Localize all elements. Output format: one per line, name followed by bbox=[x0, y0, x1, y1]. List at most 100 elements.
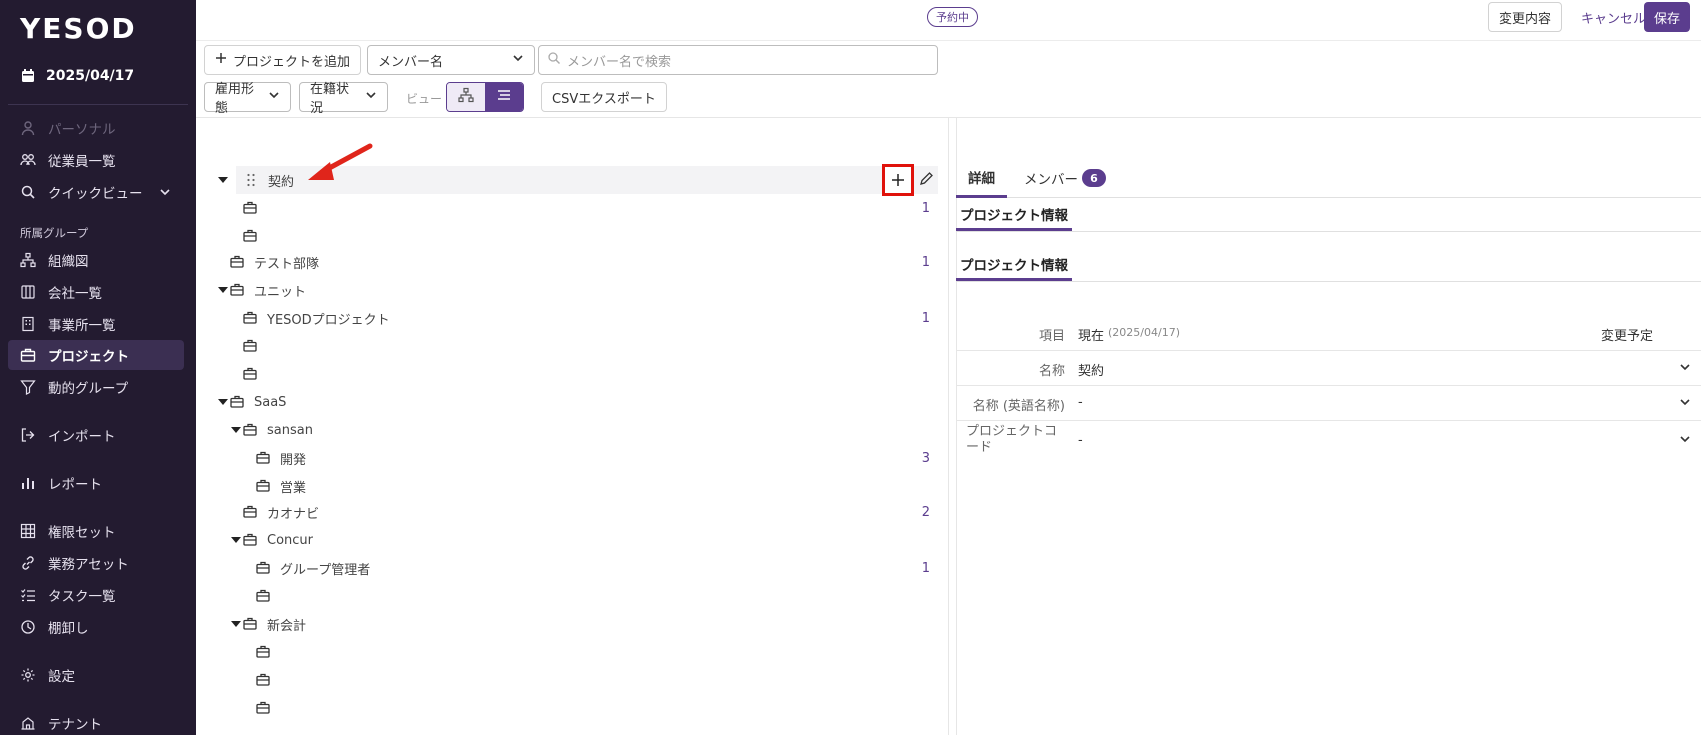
tree-row[interactable] bbox=[196, 694, 938, 722]
csv-export-button[interactable]: CSVエクスポート bbox=[541, 82, 667, 112]
tree-row[interactable]: グループ管理者 1 bbox=[196, 554, 938, 582]
import-icon bbox=[20, 427, 36, 443]
member-count: 1 bbox=[921, 560, 930, 576]
sidebar-item-label: レポート bbox=[48, 477, 102, 493]
tree-row[interactable]: 営業 bbox=[196, 472, 938, 500]
sidebar-item-inventory[interactable]: 棚卸し bbox=[8, 612, 184, 642]
view-toggle bbox=[446, 82, 524, 112]
tree-row[interactable] bbox=[196, 666, 938, 694]
tree-row[interactable]: テスト部隊 1 bbox=[196, 248, 938, 276]
sidebar-item-personal[interactable]: パーソナル bbox=[8, 113, 184, 143]
add-child-button[interactable] bbox=[882, 164, 914, 196]
briefcase-icon bbox=[243, 229, 257, 242]
date-display[interactable]: 2025/04/17 bbox=[20, 68, 134, 84]
person-icon bbox=[20, 120, 36, 136]
sidebar-item-reports[interactable]: レポート bbox=[8, 468, 184, 498]
tree-row[interactable]: 開発 3 bbox=[196, 444, 938, 472]
sidebar-item-label: パーソナル bbox=[48, 122, 116, 138]
tree-row[interactable]: sansan bbox=[196, 416, 938, 444]
briefcase-icon bbox=[243, 533, 257, 546]
subtab-underline bbox=[956, 231, 1701, 232]
enrollment-status-select[interactable]: 在籍状況 bbox=[299, 82, 388, 116]
pencil-icon bbox=[919, 171, 934, 190]
sidebar-item-dynamic-groups[interactable]: 動的グループ bbox=[8, 372, 184, 402]
employment-type-select[interactable]: 雇用形態 bbox=[204, 82, 291, 116]
tree-row[interactable] bbox=[196, 638, 938, 666]
add-project-button[interactable]: プロジェクトを追加 bbox=[204, 45, 362, 75]
add-project-label: プロジェクトを追加 bbox=[233, 54, 351, 70]
sidebar-item-label: 権限セット bbox=[48, 525, 116, 541]
tree-row[interactable]: 新会計 bbox=[196, 610, 938, 638]
briefcase-icon bbox=[243, 339, 257, 352]
chevron-down-icon bbox=[365, 89, 377, 105]
member-count: 1 bbox=[921, 310, 930, 326]
date-text: 2025/04/17 bbox=[46, 68, 135, 84]
caret-down-icon[interactable] bbox=[231, 535, 241, 545]
tree-row[interactable] bbox=[196, 222, 938, 250]
sidebar-item-import[interactable]: インポート bbox=[8, 420, 184, 450]
info-row-english-name[interactable]: 名称 (英語名称) - bbox=[956, 386, 1701, 421]
list-view-button[interactable] bbox=[485, 83, 523, 111]
tree-row[interactable] bbox=[196, 332, 938, 360]
sidebar-item-employees[interactable]: 従業員一覧 bbox=[8, 145, 184, 175]
member-select[interactable]: メンバー名 bbox=[367, 45, 535, 75]
sidebar-item-companies[interactable]: 会社一覧 bbox=[8, 277, 184, 307]
caret-down-icon[interactable] bbox=[218, 397, 228, 407]
tree-row[interactable]: 1 bbox=[196, 194, 938, 222]
company-icon bbox=[20, 284, 36, 300]
briefcase-icon bbox=[243, 367, 257, 380]
briefcase-icon bbox=[20, 347, 36, 363]
drag-handle-icon[interactable] bbox=[246, 173, 256, 187]
tree-row[interactable]: カオナビ 2 bbox=[196, 498, 938, 526]
tenant-icon bbox=[20, 715, 36, 731]
panel-divider bbox=[948, 118, 949, 735]
chevron-down-icon[interactable] bbox=[1679, 361, 1691, 377]
tree-row[interactable] bbox=[196, 360, 938, 388]
sidebar-item-business-assets[interactable]: 業務アセット bbox=[8, 548, 184, 578]
tree-row-label: 新会計 bbox=[267, 618, 307, 634]
chevron-down-icon[interactable] bbox=[1679, 433, 1691, 449]
save-button[interactable]: 保存 bbox=[1644, 2, 1691, 32]
sidebar-item-tasks[interactable]: タスク一覧 bbox=[8, 580, 184, 610]
sidebar-item-settings[interactable]: 設定 bbox=[8, 660, 184, 690]
member-search-input[interactable]: メンバー名で検索 bbox=[538, 45, 938, 75]
changes-button[interactable]: 変更内容 bbox=[1488, 2, 1563, 32]
sidebar-item-label: クイックビュー bbox=[48, 186, 143, 202]
sidebar-item-orgchart[interactable]: 組織図 bbox=[8, 245, 184, 275]
plus-icon bbox=[215, 52, 227, 68]
tree-row[interactable]: SaaS bbox=[196, 388, 938, 416]
tab-members[interactable]: メンバー 6 bbox=[1024, 158, 1106, 198]
tree-row-label: 営業 bbox=[280, 480, 307, 496]
caret-down-icon[interactable] bbox=[231, 619, 241, 629]
subtab-project-info[interactable]: プロジェクト情報 bbox=[956, 199, 1072, 231]
sidebar-item-quickview[interactable]: クイックビュー bbox=[8, 177, 184, 207]
caret-down-icon[interactable] bbox=[231, 425, 241, 435]
chevron-down-icon[interactable] bbox=[1679, 396, 1691, 412]
tree-row[interactable]: ユニット bbox=[196, 276, 938, 304]
tree-row[interactable]: YESODプロジェクト 1 bbox=[196, 304, 938, 332]
tree-row-label: テスト部隊 bbox=[254, 256, 320, 272]
detail-tabs: 詳細 メンバー 6 bbox=[956, 158, 1701, 198]
tree-view-button[interactable] bbox=[447, 83, 485, 111]
sidebar-item-permission-sets[interactable]: 権限セット bbox=[8, 516, 184, 546]
tree-row[interactable]: Concur bbox=[196, 526, 938, 554]
sidebar-item-label: 棚卸し bbox=[48, 621, 89, 637]
briefcase-icon bbox=[230, 255, 244, 268]
sidebar: YESOD 2025/04/17 パーソナル 従業員一覧 クイックビュー 所属グ… bbox=[0, 0, 196, 735]
sidebar-item-projects[interactable]: プロジェクト bbox=[8, 340, 184, 370]
top-bar: 予約中 変更内容 キャンセル 保存 bbox=[196, 0, 1701, 41]
member-count: 3 bbox=[921, 450, 930, 466]
view-label: ビュー bbox=[406, 92, 443, 106]
info-row-project-code[interactable]: プロジェクトコード - bbox=[956, 421, 1701, 461]
edit-button[interactable] bbox=[916, 170, 936, 190]
sidebar-item-tenant[interactable]: テナント bbox=[8, 708, 184, 735]
tab-details[interactable]: 詳細 bbox=[956, 158, 1007, 198]
members-count-badge: 6 bbox=[1082, 169, 1106, 187]
briefcase-icon bbox=[256, 561, 270, 574]
sidebar-item-offices[interactable]: 事業所一覧 bbox=[8, 309, 184, 339]
caret-down-icon[interactable] bbox=[218, 175, 228, 185]
briefcase-icon bbox=[243, 617, 257, 630]
caret-down-icon[interactable] bbox=[218, 285, 228, 295]
tree-row[interactable] bbox=[196, 582, 938, 610]
info-row-name[interactable]: 名称 契約 bbox=[956, 351, 1701, 386]
